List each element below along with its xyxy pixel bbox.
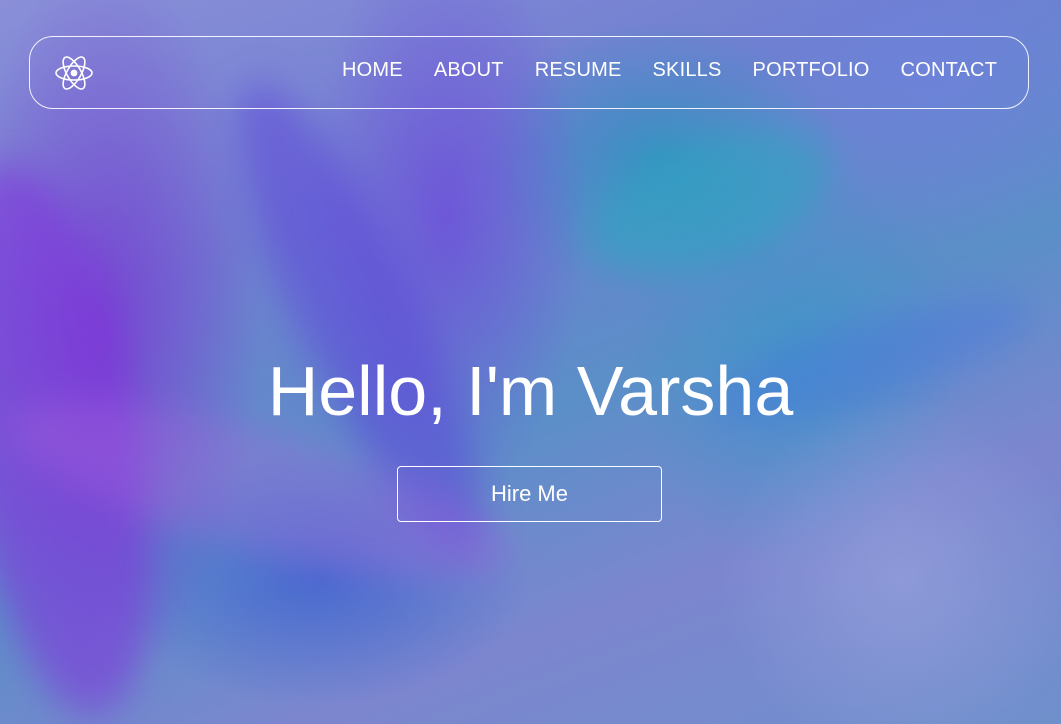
hero-title: Hello, I'm Varsha <box>267 352 794 430</box>
hire-me-button[interactable]: Hire Me <box>397 466 662 522</box>
navbar: HOME ABOUT RESUME SKILLS PORTFOLIO CONTA… <box>29 36 1029 109</box>
nav-link-about[interactable]: ABOUT <box>434 59 504 82</box>
background-streak <box>0 148 188 724</box>
nav-link-home[interactable]: HOME <box>342 59 403 82</box>
atom-icon[interactable] <box>54 53 94 93</box>
nav-link-resume[interactable]: RESUME <box>535 59 622 82</box>
background-streak <box>567 99 853 301</box>
nav-links: HOME ABOUT RESUME SKILLS PORTFOLIO CONTA… <box>342 59 997 82</box>
nav-link-contact[interactable]: CONTACT <box>901 59 998 82</box>
nav-link-skills[interactable]: SKILLS <box>653 59 722 82</box>
nav-link-portfolio[interactable]: PORTFOLIO <box>753 59 870 82</box>
